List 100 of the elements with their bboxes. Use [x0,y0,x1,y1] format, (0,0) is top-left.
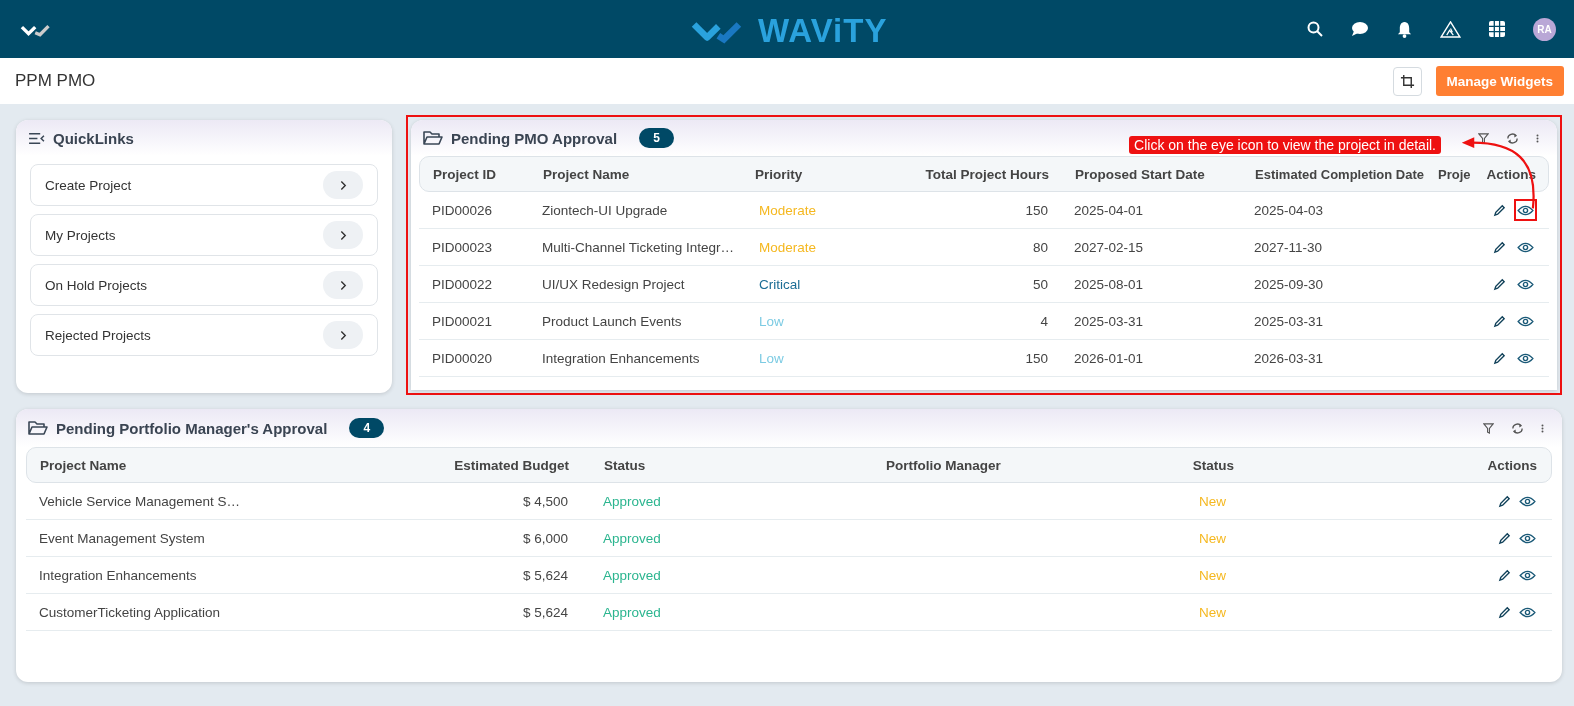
pencil-icon[interactable] [1493,203,1506,217]
chevron-right-icon [339,329,347,341]
eye-icon [1517,352,1534,364]
pencil-icon[interactable] [1498,568,1511,582]
search-icon[interactable] [1307,21,1323,37]
table-cell-text: 2026-03-31 [1253,350,1325,366]
table-cell-text: 2025-04-01 [1073,202,1145,218]
filter-icon[interactable] [1483,422,1494,434]
table-cell-text: 150 [1024,350,1049,366]
grid-icon[interactable] [1489,21,1505,37]
table-cell-text: PID00023 [431,239,494,255]
folder-icon [28,420,48,436]
eye-icon[interactable] [1519,606,1536,618]
construction-sign-icon[interactable] [1440,20,1461,38]
quicklink-item[interactable]: Rejected Projects [30,314,378,356]
table-cell-text: Multi-Channel Ticketing Integr… [541,239,736,255]
priority-label: Moderate [759,202,817,218]
card-title: Pending PMO Approval [451,129,618,147]
column-header: Total Project Hours [924,166,1050,182]
quicklink-item[interactable]: On Hold Projects [30,264,378,306]
table-cell-text: 150 [1024,202,1049,218]
status-label: Approved [603,530,661,546]
table-cell-text: UI/UX Redesign Project [541,276,686,292]
refresh-icon[interactable] [1511,422,1524,434]
status-label: New [1199,530,1226,546]
status-label: New [1199,493,1226,509]
pencil-icon[interactable] [1493,314,1506,328]
bell-icon[interactable] [1397,20,1412,38]
priority-label: Low [759,313,784,329]
table-cell-text: 2025-03-31 [1073,313,1145,329]
table-cell-text: $ 4,500 [521,493,569,509]
priority-label: Low [759,350,784,366]
page-title: PPM PMO [15,71,96,91]
quicklink-item[interactable]: Create Project [30,164,378,206]
pencil-icon[interactable] [1498,494,1511,508]
refresh-icon[interactable] [1506,132,1519,144]
pencil-icon[interactable] [1493,277,1506,291]
table-cell-text: $ 5,624 [521,604,569,620]
column-header: Estimated Budget [453,457,570,473]
eye-icon [1517,204,1534,216]
column-header: Portfolio Manager [885,457,1002,473]
table-cell-text: 2025-09-30 [1253,276,1325,292]
column-header: Project Name [39,457,128,473]
table-cell-text: 2026-01-01 [1073,350,1145,366]
annotation-callout: Click on the eye icon to view the project in detail. [1129,136,1441,154]
quicklink-item[interactable]: My Projects [30,214,378,256]
column-header: Project Name [542,166,631,182]
table-cell-text: 4 [1039,313,1049,329]
table-cell-text: 2025-04-03 [1253,202,1325,218]
pencil-icon[interactable] [1498,531,1511,545]
filter-icon[interactable] [1478,132,1489,144]
pencil-icon[interactable] [1493,240,1506,254]
crop-icon [1399,73,1415,89]
column-header: Priority [754,166,804,182]
table-cell-text: Vehicle Service Management S… [38,493,242,509]
table-cell-text: Ziontech-UI Upgrade [541,202,669,218]
column-header: Estimated Completion Date [1254,166,1426,182]
eye-icon [1517,278,1534,290]
eye-icon[interactable] [1519,569,1536,581]
more-options-icon[interactable] [1536,132,1539,144]
table-cell-text: Event Management System [38,530,206,546]
card-title: Pending Portfolio Manager's Approval [56,419,328,437]
column-header: Project ID [432,166,498,182]
priority-label: Moderate [759,239,817,255]
table-cell-text: 2027-02-15 [1073,239,1145,255]
folder-icon [423,130,443,146]
table-cell-text: Product Launch Events [541,313,683,329]
table-cell-text: 50 [1031,276,1049,292]
table-cell-text: $ 5,624 [521,567,569,583]
collapse-menu-icon[interactable] [28,131,45,145]
column-header: Status [1191,457,1236,473]
column-header: Proposed Start Date [1074,166,1206,182]
table-cell-text: PID00020 [431,350,494,366]
table-cell-text: 2027-11-30 [1253,239,1324,255]
status-label: Approved [603,493,661,509]
chevron-right-icon [339,179,347,191]
status-label: New [1199,604,1226,620]
count-badge: 4 [349,418,385,438]
chevron-right-icon [339,279,347,291]
eye-icon [1517,315,1534,327]
brand-name: WAViTY [758,12,888,50]
count-badge: 5 [639,128,674,148]
eye-icon[interactable] [1519,495,1536,507]
eye-icon[interactable] [1519,532,1536,544]
crop-button[interactable] [1392,66,1422,96]
pencil-icon[interactable] [1498,605,1511,619]
table-cell-text: Integration Enhancements [541,350,701,366]
column-header: Proje [1438,166,1472,182]
table-cell-text: 2025-08-01 [1073,276,1145,292]
table-cell-text: PID00021 [431,313,494,329]
chevron-right-icon [339,229,347,241]
more-options-icon[interactable] [1541,422,1544,434]
pencil-icon[interactable] [1493,351,1506,365]
table-cell-text: CustomerTicketing Application [38,604,222,620]
table-cell-text: 2025-03-31 [1253,313,1325,329]
table-cell-text: PID00022 [431,276,494,292]
chat-icon[interactable] [1351,21,1369,37]
column-header: Actions [1486,457,1538,473]
highlighted-view-button[interactable] [1514,199,1537,221]
table-cell-text: 80 [1031,239,1049,255]
